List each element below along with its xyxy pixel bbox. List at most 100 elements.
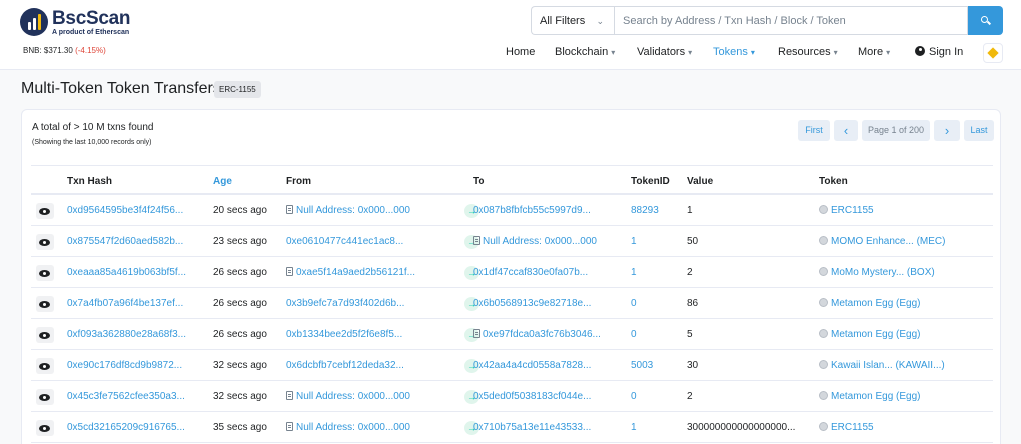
to-address-link[interactable]: 0x710b75a13e11e43533... (473, 422, 591, 433)
token-link[interactable]: MoMo Mystery... (BOX) (819, 267, 935, 278)
token-link[interactable]: Metamon Egg (Egg) (819, 298, 921, 309)
pagination-first-button[interactable]: First (798, 120, 830, 141)
from-address-link[interactable]: 0xe0610477c441ec1ac8... (286, 236, 403, 247)
nav-blockchain[interactable]: Blockchain ▾ (555, 46, 615, 58)
to-address-link[interactable]: 0x6b0568913c9e82718e... (473, 298, 591, 309)
token-link[interactable]: MOMO Enhance... (MEC) (819, 236, 945, 247)
from-address-link[interactable]: 0xb1334bee2d5f2f6e8f5... (286, 329, 402, 340)
search-button[interactable] (968, 6, 1003, 35)
txn-hash-link[interactable]: 0xf093a362880e28a68f3... (67, 329, 186, 340)
txn-age: 26 secs ago (213, 267, 267, 278)
col-age[interactable]: Age (213, 176, 232, 187)
token-icon (819, 236, 828, 245)
to-address-text: 0x5ded0f5038183cf044e... (473, 391, 592, 402)
nav-signin[interactable]: Sign In (915, 46, 963, 58)
to-address-link[interactable]: Null Address: 0x000...000 (473, 236, 597, 247)
search-filter-value: All Filters (540, 15, 586, 27)
chevron-down-icon: ▾ (886, 48, 891, 57)
txn-hash-link[interactable]: 0x7a4fb07a96f4be137ef... (67, 298, 183, 309)
site-header: BscScan A product of Etherscan BNB: $371… (0, 0, 1021, 70)
table-row: 0xf093a362880e28a68f3... 26 secs ago 0xb13… (31, 320, 993, 350)
nav-home[interactable]: Home (506, 46, 535, 58)
token-id-link[interactable]: 0 (631, 391, 637, 402)
view-details-button[interactable] (36, 358, 54, 374)
nav-tokens[interactable]: Tokens ▾ (713, 46, 755, 58)
view-details-button[interactable] (36, 265, 54, 281)
pagination-prev-button[interactable]: ‹ (834, 120, 858, 141)
view-details-button[interactable] (36, 234, 54, 250)
token-id-link[interactable]: 1 (631, 422, 637, 433)
to-address-link[interactable]: 0x5ded0f5038183cf044e... (473, 391, 591, 402)
pagination-last-button[interactable]: Last (964, 120, 994, 141)
nav-resources[interactable]: Resources ▾ (778, 46, 838, 58)
transfer-value: 2 (687, 391, 693, 402)
from-address-link[interactable]: Null Address: 0x000...000 (286, 422, 410, 433)
view-details-button[interactable] (36, 420, 54, 436)
total-txns-text: A total of > 10 M txns found (32, 122, 154, 133)
from-address-link[interactable]: 0x6dcbfb7cebf12deda32... (286, 360, 404, 371)
from-address-link[interactable]: 0x3b9efc7a7d93f402d6b... (286, 298, 404, 309)
bnb-network-button[interactable] (983, 43, 1003, 63)
from-address-link[interactable]: Null Address: 0x000...000 (286, 391, 410, 402)
nav-validators[interactable]: Validators ▾ (637, 46, 692, 58)
token-link[interactable]: ERC1155 (819, 205, 874, 216)
to-address-link[interactable]: 0x087b8fbfcb55c5997d9... (473, 205, 591, 216)
bnb-price-label: BNB: (23, 46, 44, 55)
chevron-down-icon: ▾ (611, 48, 616, 57)
txn-age: 35 secs ago (213, 422, 267, 433)
view-details-button[interactable] (36, 389, 54, 405)
nav-more-label: More (858, 46, 884, 58)
transfers-card: A total of > 10 M txns found (Showing th… (21, 109, 1001, 444)
view-details-button[interactable] (36, 327, 54, 343)
nav-validators-label: Validators (637, 46, 686, 58)
records-note: (Showing the last 10,000 records only) (32, 139, 152, 146)
bnb-price: BNB: $371.30 (-4.15%) (23, 46, 106, 55)
to-address-link[interactable]: 0x1df47ccaf830e0fa07b... (473, 267, 588, 278)
table-row: 0xeaaa85a4619b063bf5f... 26 secs ago 0xae5… (31, 258, 993, 288)
transfer-value: 1 (687, 205, 693, 216)
search-input[interactable] (614, 6, 968, 35)
from-address-link[interactable]: Null Address: 0x000...000 (286, 205, 410, 216)
bscscan-logo[interactable]: BscScan A product of Etherscan (20, 8, 130, 36)
from-address-link[interactable]: 0xae5f14a9aed2b56121f... (286, 267, 415, 278)
search-filter-select[interactable]: All Filters ⌄ (531, 6, 614, 35)
to-address-link[interactable]: 0x42aa4a4cd0558a7828... (473, 360, 591, 371)
view-details-button[interactable] (36, 203, 54, 219)
txn-hash-link[interactable]: 0xe90c176df8cd9b9872... (67, 360, 182, 371)
transfer-value: 2 (687, 267, 693, 278)
txn-hash-link[interactable]: 0x875547f2d60aed582b... (67, 236, 183, 247)
token-link[interactable]: ERC1155 (819, 422, 874, 433)
contract-doc-icon (286, 205, 293, 214)
token-name: Kawaii Islan... (KAWAII...) (831, 360, 945, 371)
token-id-link[interactable]: 0 (631, 329, 637, 340)
token-link[interactable]: Metamon Egg (Egg) (819, 329, 921, 340)
txn-age: 26 secs ago (213, 329, 267, 340)
token-link[interactable]: Kawaii Islan... (KAWAII...) (819, 360, 945, 371)
chevron-down-icon: ▾ (688, 48, 693, 57)
view-details-button[interactable] (36, 296, 54, 312)
pagination-page-info: Page 1 of 200 (862, 120, 930, 141)
brand-tagline: A product of Etherscan (52, 28, 130, 36)
token-id-link[interactable]: 1 (631, 267, 637, 278)
txn-hash-link[interactable]: 0x5cd32165209c916765... (67, 422, 185, 433)
token-name: ERC1155 (831, 205, 874, 216)
txn-hash-link[interactable]: 0x45c3fe7562cfee350a3... (67, 391, 185, 402)
token-id-link[interactable]: 88293 (631, 205, 659, 216)
to-address-link[interactable]: 0xe97fdca0a3fc76b3046... (473, 329, 601, 340)
chevron-down-icon: ▾ (750, 48, 755, 57)
token-icon (819, 422, 828, 431)
nav-tokens-label: Tokens (713, 46, 748, 58)
token-icon (819, 391, 828, 400)
token-id-link[interactable]: 0 (631, 298, 637, 309)
token-id-link[interactable]: 1 (631, 236, 637, 247)
transfer-value: 86 (687, 298, 699, 309)
token-icon (819, 329, 828, 338)
token-id-link[interactable]: 5003 (631, 360, 653, 371)
token-link[interactable]: Metamon Egg (Egg) (819, 391, 921, 402)
txn-hash-link[interactable]: 0xeaaa85a4619b063bf5f... (67, 267, 186, 278)
pagination-next-button[interactable]: › (934, 120, 960, 141)
nav-more[interactable]: More ▾ (858, 46, 890, 58)
txn-age: 26 secs ago (213, 298, 267, 309)
transfer-value: 300000000000000000... (687, 422, 796, 433)
txn-hash-link[interactable]: 0xd9564595be3f4f24f56... (67, 205, 183, 216)
